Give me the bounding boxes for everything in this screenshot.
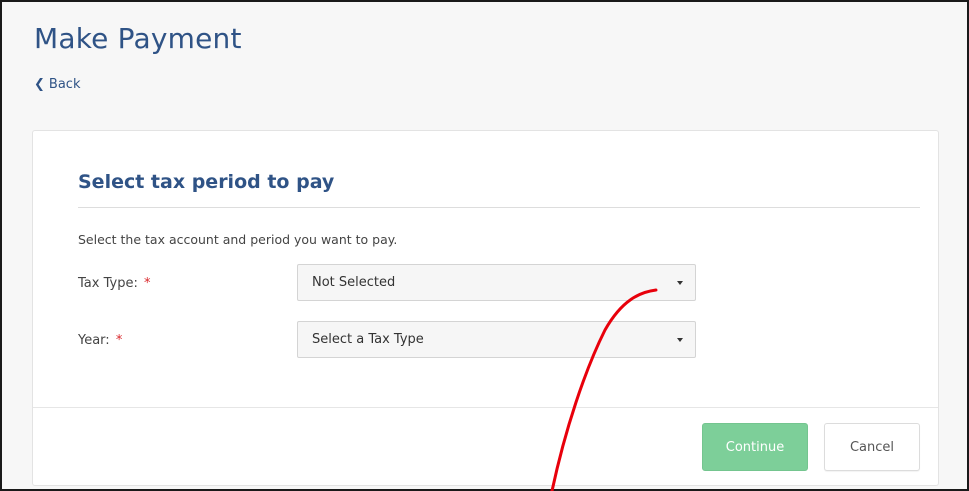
section-title: Select tax period to pay xyxy=(78,171,335,193)
caret-down-icon xyxy=(677,337,683,342)
footer-divider xyxy=(33,407,938,408)
payment-card: Select tax period to pay Select the tax … xyxy=(32,130,939,486)
year-label: Year: * xyxy=(78,333,122,348)
caret-down-icon xyxy=(677,280,683,285)
year-label-text: Year: xyxy=(78,333,110,348)
cancel-button[interactable]: Cancel xyxy=(824,423,920,471)
tax-type-select-value: Not Selected xyxy=(312,275,396,290)
page-title: Make Payment xyxy=(34,22,242,55)
tax-type-select[interactable]: Not Selected xyxy=(297,264,696,301)
chevron-left-icon: ❮ xyxy=(34,77,45,92)
continue-button[interactable]: Continue xyxy=(702,423,808,471)
year-select[interactable]: Select a Tax Type xyxy=(297,321,696,358)
year-select-value: Select a Tax Type xyxy=(312,332,424,347)
browser-frame: Make Payment ❮ Back Select tax period to… xyxy=(0,0,969,491)
required-marker: * xyxy=(115,333,123,348)
instructions-text: Select the tax account and period you wa… xyxy=(78,232,398,247)
tax-type-label: Tax Type: * xyxy=(78,276,150,291)
tax-type-label-text: Tax Type: xyxy=(78,276,138,291)
back-link[interactable]: ❮ Back xyxy=(34,77,80,92)
required-marker: * xyxy=(143,276,151,291)
section-divider xyxy=(78,207,920,208)
back-label: Back xyxy=(48,77,81,92)
